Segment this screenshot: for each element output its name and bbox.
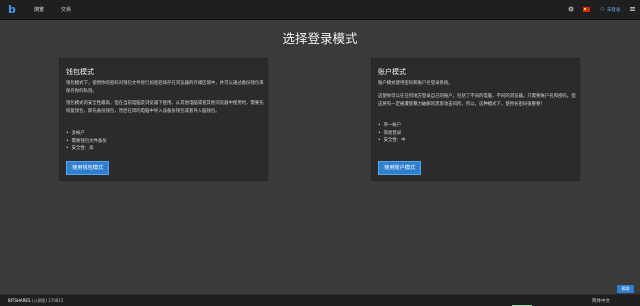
version-info: BITSHARES (公测版) 170815 [8,298,63,304]
login-status-link[interactable]: ⚇ 未登录 [600,0,620,20]
version-name: BITSHARES [8,298,31,303]
footer-bar: BITSHARES (公测版) 170815 简体中文 [0,294,640,306]
help-button[interactable]: 帮助 [617,285,634,293]
bitshares-logo-icon[interactable]: b [8,4,18,16]
version-number: 170815 [48,298,64,303]
account-mode-card: 账户模式 账户模式使用密码和账户名登录系统。 这使你可以在任何地方登录自己的账户… [371,58,580,181]
use-account-mode-button[interactable]: 使用账户模式 [378,161,422,175]
top-navigation-bar: b 浏览 交易 ⚇ 未登录 [0,0,640,20]
list-item: 简易登录 [378,130,406,138]
page-title: 选择登录模式 [282,31,358,46]
gear-icon[interactable] [567,6,575,14]
version-channel: (公测版) [31,298,47,303]
wallet-mode-description: 钱包模式下，使用你的密码对钱包文件进行加密后保存在浏览器的存储区域中，并可以通过… [66,81,264,94]
list-item: 多帐户 [66,130,107,138]
account-mode-security-note: 这使你可以在任何地方登录自己的账户，包括了不同的电脑、不同的浏览器。只需要账户名… [378,94,576,107]
account-mode-description: 账户模式使用密码和账户名登录系统。 [378,81,453,86]
help-label: 帮助 [621,286,630,291]
nav-explore[interactable]: 浏览 [34,0,44,20]
login-status-label: 未登录 [606,8,621,13]
wallet-mode-title: 钱包模式 [66,68,94,76]
use-wallet-mode-button[interactable]: 使用钱包模式 [66,161,110,175]
footer-language-label[interactable]: 简体中文 [592,298,610,304]
list-item: 安全性：高 [66,145,107,153]
list-item: 安全性：中 [378,137,406,145]
wallet-mode-card: 钱包模式 钱包模式下，使用你的密码对钱包文件进行加密后保存在浏览器的存储区域中，… [59,58,268,181]
account-mode-title: 账户模式 [378,68,406,76]
wallet-mode-security-note: 钱包模式的安全性最高，但在当前电脑及浏览器下使用。从其他电脑或者其他浏览器中使用… [66,101,264,114]
nav-exchange[interactable]: 交易 [61,0,71,20]
list-item: 需要钱包文件备份 [66,138,107,146]
list-item: 单一帐户 [378,122,406,130]
hamburger-icon[interactable] [629,6,635,14]
account-mode-feature-list: 单一帐户 简易登录 安全性：中 [378,122,406,145]
person-icon: ⚇ [600,7,605,13]
cn-flag-icon[interactable] [583,7,590,12]
wallet-mode-feature-list: 多帐户 需要钱包文件备份 安全性：高 [66,130,107,153]
